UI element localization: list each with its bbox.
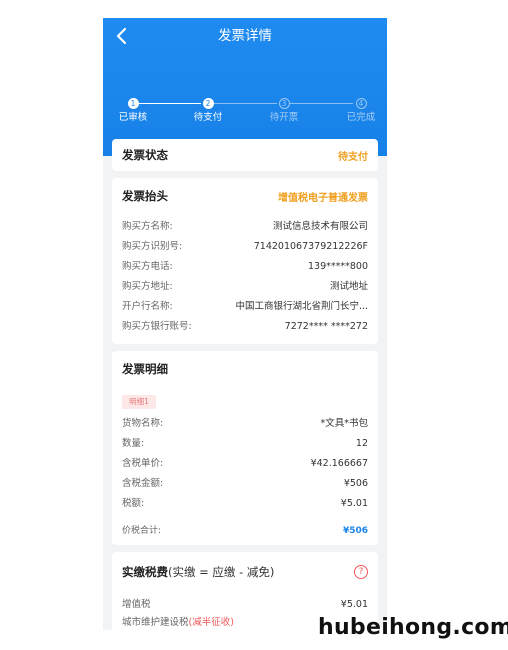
step-number: 1 xyxy=(127,98,139,109)
invoice-header-card: 发票抬头 增值税电子普通发票 购买方名称: 测试信息技术有限公司 购买方识别号:… xyxy=(112,178,378,344)
info-row: 购买方银行账号: 7272**** ****272 xyxy=(122,320,368,334)
info-key: 购买方银行账号: xyxy=(122,321,192,332)
total-key: 价税合计: xyxy=(122,526,162,536)
detail-row: 货物名称: *文具*书包 xyxy=(122,417,368,431)
invoice-detail-title: 发票明细 xyxy=(122,362,168,376)
tax-row: 增值税 ¥5.01 xyxy=(122,598,368,612)
info-value: 测试地址 xyxy=(329,281,368,292)
status-title: 发票状态 xyxy=(122,148,168,162)
detail-value: ¥42.166667 xyxy=(310,458,368,469)
info-value: 测试信息技术有限公司 xyxy=(272,221,368,232)
info-key: 购买方名称: xyxy=(122,221,173,232)
tax-key-text: 城市维护建设税 xyxy=(122,617,189,628)
detail-value: *文具*书包 xyxy=(320,418,368,429)
detail-key: 货物名称: xyxy=(122,418,164,429)
invoice-type: 增值税电子普通发票 xyxy=(278,193,368,204)
info-value: 714201067379212226F xyxy=(253,241,368,252)
info-row: 购买方电话: 139*****800 xyxy=(122,260,368,274)
info-row: 开户行名称: 中国工商银行湖北省荆门长宁... xyxy=(122,300,368,314)
info-key: 购买方电话: xyxy=(122,261,173,272)
detail-value: ¥506 xyxy=(343,478,368,489)
total-value: ¥506 xyxy=(342,526,368,536)
info-row: 购买方名称: 测试信息技术有限公司 xyxy=(122,220,368,234)
tax-key-note: (减半征收) xyxy=(188,617,234,628)
info-key: 购买方地址: xyxy=(122,281,173,292)
page-title: 发票详情 xyxy=(218,28,272,44)
tax-key: 城市维护建设税(减半征收) xyxy=(122,616,234,630)
step-completed: 4 已完成 xyxy=(331,98,387,124)
step-pending-payment: 2 待支付 xyxy=(178,98,238,124)
detail-row: 数量: 12 xyxy=(122,437,368,451)
tax-title: 实缴税费(实缴 = 应缴 - 减免) xyxy=(122,564,274,580)
tax-key: 增值税 xyxy=(122,599,151,610)
watermark-text: hubeihong.com xyxy=(318,615,508,640)
detail-value: ¥5.01 xyxy=(340,498,368,509)
detail-key: 含税金额: xyxy=(122,478,164,489)
step-number: 2 xyxy=(202,98,214,109)
info-key: 购买方识别号: xyxy=(122,241,183,252)
detail-row: 税额: ¥5.01 xyxy=(122,497,368,511)
info-row: 购买方识别号: 714201067379212226F xyxy=(122,240,368,254)
step-label: 已完成 xyxy=(346,112,376,123)
detail-row: 含税单价: ¥42.166667 xyxy=(122,457,368,471)
tax-title-formula: (实缴 = 应缴 - 减免) xyxy=(168,565,275,579)
detail-key: 税额: xyxy=(122,498,145,509)
detail-value: 12 xyxy=(355,438,368,449)
step-pending-invoice: 3 待开票 xyxy=(254,98,314,124)
tax-title-main: 实缴税费 xyxy=(122,565,168,579)
info-value: 7272**** ****272 xyxy=(284,321,368,332)
step-label: 已审核 xyxy=(118,112,148,123)
invoice-status-card: 发票状态 待支付 xyxy=(112,139,378,171)
info-key: 开户行名称: xyxy=(122,301,173,312)
detail-key: 含税单价: xyxy=(122,458,164,469)
detail-tag: 明细1 xyxy=(122,395,156,409)
info-value: 139*****800 xyxy=(307,261,368,272)
detail-row: 含税金额: ¥506 xyxy=(122,477,368,491)
nav-bar: 发票详情 xyxy=(103,18,387,54)
step-number: 3 xyxy=(278,98,290,109)
step-label: 待支付 xyxy=(193,112,223,123)
header-bar: 发票详情 1 已审核 2 待支付 3 待开票 4 已完成 xyxy=(103,18,387,156)
invoice-header-title: 发票抬头 xyxy=(122,189,168,203)
status-badge: 待支付 xyxy=(338,152,368,163)
step-reviewed: 1 已审核 xyxy=(103,98,163,124)
phone-screen: 发票详情 1 已审核 2 待支付 3 待开票 4 已完成 发票状态 待支付 发票… xyxy=(103,18,387,630)
total-row: 价税合计: ¥506 xyxy=(122,524,368,538)
invoice-detail-card: 发票明细 明细1 货物名称: *文具*书包 数量: 12 含税单价: ¥42.1… xyxy=(112,351,378,545)
help-icon[interactable]: ? xyxy=(354,565,368,579)
step-number: 4 xyxy=(355,98,367,109)
info-value: 中国工商银行湖北省荆门长宁... xyxy=(235,301,368,312)
step-label: 待开票 xyxy=(269,112,299,123)
info-row: 购买方地址: 测试地址 xyxy=(122,280,368,294)
tax-value: ¥5.01 xyxy=(340,599,368,610)
detail-key: 数量: xyxy=(122,438,145,449)
